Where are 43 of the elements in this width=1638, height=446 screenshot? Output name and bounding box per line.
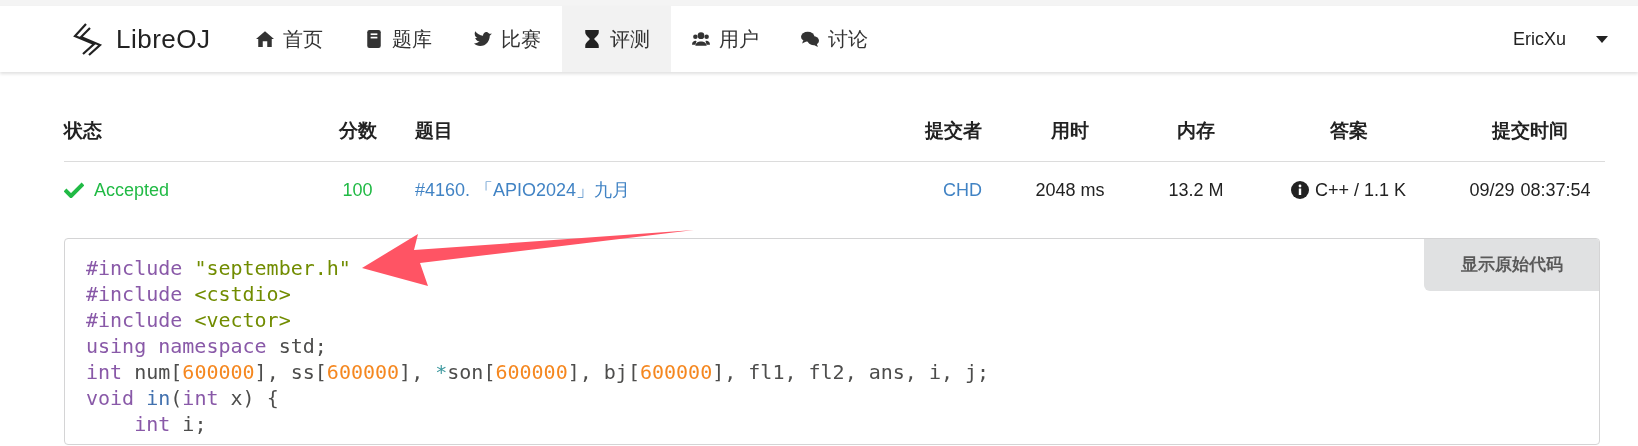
caret-icon bbox=[1596, 35, 1608, 43]
nav-item[interactable]: 用户 bbox=[670, 6, 780, 72]
column-header: 答案 bbox=[1329, 120, 1368, 142]
info-icon bbox=[1290, 181, 1309, 199]
users-icon bbox=[691, 30, 710, 48]
code-line: void in(int x) { bbox=[86, 385, 279, 411]
logo-icon bbox=[72, 22, 104, 56]
date-text: 09/29 bbox=[1469, 178, 1515, 202]
score-text: 100 bbox=[342, 179, 373, 200]
status-text: Accepted bbox=[94, 178, 170, 202]
code-line: int i; bbox=[133, 411, 207, 437]
bird-icon bbox=[473, 30, 492, 48]
user-menu[interactable]: EricXu bbox=[1513, 6, 1608, 72]
code-line: using namespace std; bbox=[86, 333, 327, 359]
problem-link[interactable]: #4160. 「APIO2024」九月 bbox=[415, 179, 631, 200]
code-line: #include "september.h" bbox=[86, 255, 351, 281]
column-header: 题目 bbox=[415, 120, 453, 142]
code-line: int num[600000], ss[600000], *son[600000], bj[600000], fl1, fl2, ans, i, j; bbox=[86, 359, 990, 385]
answer-text: C++ / 1.1 K bbox=[1314, 178, 1407, 202]
time-text: 2048 ms bbox=[1035, 179, 1105, 200]
nav-item[interactable]: 首页 bbox=[234, 6, 344, 72]
column-header: 用时 bbox=[1051, 120, 1089, 142]
nav-item[interactable]: 评测 bbox=[561, 6, 671, 72]
time-text: 08:37:54 bbox=[1520, 178, 1591, 202]
column-header: 分数 bbox=[338, 120, 377, 142]
column-header: 内存 bbox=[1177, 120, 1215, 142]
site-logo[interactable]: LibreOJ bbox=[72, 6, 211, 72]
hourglass-icon bbox=[582, 30, 601, 48]
show-raw-code-button[interactable]: 显示原始代码 bbox=[1424, 239, 1599, 291]
nav-item[interactable]: 讨论 bbox=[779, 6, 889, 72]
submitter-link[interactable]: CHD bbox=[943, 179, 982, 200]
column-header: 提交者 bbox=[925, 120, 982, 142]
code-line: #include <vector> bbox=[86, 307, 291, 333]
column-header: 提交时间 bbox=[1492, 120, 1568, 142]
code-line: #include <cstdio> bbox=[86, 281, 291, 307]
book-icon bbox=[364, 30, 383, 48]
home-icon bbox=[255, 30, 274, 48]
nav-item[interactable]: 比赛 bbox=[452, 6, 562, 72]
column-header: 状态 bbox=[64, 120, 102, 142]
memory-text: 13.2 M bbox=[1168, 179, 1224, 200]
check-icon bbox=[64, 182, 84, 198]
nav-item[interactable]: 题库 bbox=[343, 6, 453, 72]
comments-icon bbox=[800, 30, 819, 48]
